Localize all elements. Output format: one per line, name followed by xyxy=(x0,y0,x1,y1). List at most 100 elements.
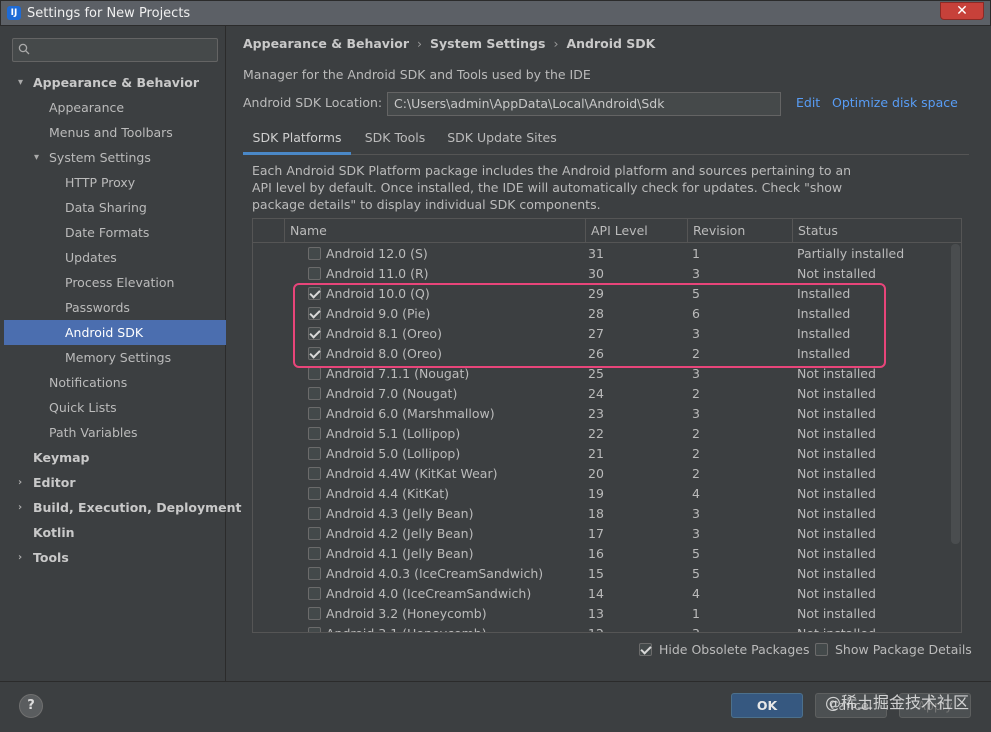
table-row[interactable]: Android 4.4 (KitKat) 19 4 Not installed xyxy=(253,484,949,504)
table-row[interactable]: Android 4.4W (KitKat Wear) 20 2 Not install… xyxy=(253,464,949,484)
sdk-platforms-table: Name API Level Revision Status Android 1… xyxy=(252,218,962,633)
intellij-app-icon: IJ xyxy=(7,6,21,20)
row-checkbox[interactable] xyxy=(308,627,321,632)
row-name: Android 7.0 (Nougat) xyxy=(326,386,458,401)
chevron-right-icon[interactable]: › xyxy=(18,470,22,495)
page-description: Manager for the Android SDK and Tools us… xyxy=(243,67,591,82)
edit-link[interactable]: Edit xyxy=(796,95,820,110)
sidebar-item-label: Data Sharing xyxy=(65,200,147,215)
close-button[interactable]: ✕ xyxy=(940,2,984,20)
sdk-location-field[interactable]: C:\Users\admin\AppData\Local\Android\Sdk xyxy=(387,92,781,116)
row-checkbox[interactable] xyxy=(308,587,321,600)
row-checkbox[interactable] xyxy=(308,467,321,480)
row-checkbox[interactable] xyxy=(308,267,321,280)
sidebar-item[interactable]: Data Sharing xyxy=(4,195,226,220)
table-row[interactable]: Android 3.1 (Honeycomb) 12 3 Not installed xyxy=(253,624,949,632)
row-name: Android 3.2 (Honeycomb) xyxy=(326,606,487,621)
search-input[interactable] xyxy=(12,38,218,62)
row-checkbox[interactable] xyxy=(308,567,321,580)
table-row[interactable]: Android 4.2 (Jelly Bean) 17 3 Not installed xyxy=(253,524,949,544)
sidebar-item-label: Path Variables xyxy=(49,425,138,440)
row-name: Android 4.4 (KitKat) xyxy=(326,486,450,501)
sidebar-item-label: Process Elevation xyxy=(65,275,175,290)
sidebar-item[interactable]: › Editor xyxy=(4,470,226,495)
hide-obsolete-checkbox[interactable] xyxy=(639,643,652,656)
table-row[interactable]: Android 12.0 (S) 31 1 Partially installed xyxy=(253,244,949,264)
row-checkbox[interactable] xyxy=(308,367,321,380)
table-row[interactable]: Android 3.2 (Honeycomb) 13 1 Not installed xyxy=(253,604,949,624)
sidebar-item[interactable]: › Build, Execution, Deployment xyxy=(4,495,241,520)
sidebar-item[interactable]: Memory Settings xyxy=(4,345,226,370)
search-icon xyxy=(18,43,30,55)
sidebar-item[interactable]: Process Elevation xyxy=(4,270,226,295)
row-checkbox[interactable] xyxy=(308,407,321,420)
table-row[interactable]: Android 5.1 (Lollipop) 22 2 Not installed xyxy=(253,424,949,444)
column-header-status[interactable]: Status xyxy=(793,219,961,243)
sidebar-item[interactable]: Passwords xyxy=(4,295,226,320)
title-bar: IJ Settings for New Projects ✕ xyxy=(0,0,991,26)
sidebar-item[interactable]: ▾ System Settings xyxy=(4,145,226,170)
sidebar-item[interactable]: Appearance xyxy=(4,95,226,120)
sidebar-item[interactable]: Notifications xyxy=(4,370,226,395)
table-row[interactable]: Android 7.0 (Nougat) 24 2 Not installed xyxy=(253,384,949,404)
sidebar-item[interactable]: HTTP Proxy xyxy=(4,170,226,195)
row-api-level: 21 xyxy=(588,446,604,461)
row-checkbox[interactable] xyxy=(308,607,321,620)
tab-sdk-platforms[interactable]: SDK Platforms xyxy=(243,125,351,155)
sidebar-item[interactable]: Kotlin xyxy=(4,520,226,545)
table-row[interactable]: Android 4.0 (IceCreamSandwich) 14 4 Not ins… xyxy=(253,584,949,604)
sidebar-item[interactable]: Quick Lists xyxy=(4,395,226,420)
breadcrumb-separator: › xyxy=(553,36,559,51)
row-status: Not installed xyxy=(797,486,876,501)
row-checkbox[interactable] xyxy=(308,427,321,440)
row-checkbox[interactable] xyxy=(308,527,321,540)
table-row[interactable]: Android 11.0 (R) 30 3 Not installed xyxy=(253,264,949,284)
ok-button[interactable]: OK xyxy=(731,693,803,718)
column-header-revision[interactable]: Revision xyxy=(688,219,793,243)
chevron-down-icon[interactable]: ▾ xyxy=(34,145,39,170)
row-api-level: 12 xyxy=(588,624,604,632)
chevron-down-icon[interactable]: ▾ xyxy=(18,70,23,95)
row-status: Not installed xyxy=(797,426,876,441)
sidebar-item[interactable]: › Tools xyxy=(4,545,226,570)
table-row[interactable]: Android 5.0 (Lollipop) 21 2 Not installed xyxy=(253,444,949,464)
sidebar-item[interactable]: Updates xyxy=(4,245,226,270)
table-row[interactable]: Android 4.3 (Jelly Bean) 18 3 Not installed xyxy=(253,504,949,524)
chevron-right-icon[interactable]: › xyxy=(18,495,22,520)
sidebar-item[interactable]: Android SDK xyxy=(4,320,226,345)
row-checkbox[interactable] xyxy=(308,387,321,400)
row-revision: 3 xyxy=(692,506,700,521)
row-checkbox[interactable] xyxy=(308,507,321,520)
show-details-checkbox[interactable] xyxy=(815,643,828,656)
sidebar-item[interactable]: ▾ Appearance & Behavior xyxy=(4,70,226,95)
dialog-footer: ? OK Cancel Apply @稀土掘金技术社区 xyxy=(0,681,991,732)
row-checkbox[interactable] xyxy=(308,247,321,260)
tab-sdk-tools[interactable]: SDK Tools xyxy=(355,125,435,155)
sidebar-item-label: Date Formats xyxy=(65,225,150,240)
row-checkbox[interactable] xyxy=(308,547,321,560)
sidebar-item[interactable]: Date Formats xyxy=(4,220,226,245)
table-row[interactable]: Android 6.0 (Marshmallow) 23 3 Not installe… xyxy=(253,404,949,424)
table-scrollbar[interactable] xyxy=(951,244,960,544)
row-api-level: 17 xyxy=(588,526,604,541)
table-row[interactable]: Android 4.1 (Jelly Bean) 16 5 Not installed xyxy=(253,544,949,564)
optimize-disk-space-link[interactable]: Optimize disk space xyxy=(832,95,958,110)
row-api-level: 18 xyxy=(588,506,604,521)
chevron-right-icon[interactable]: › xyxy=(18,545,22,570)
row-checkbox[interactable] xyxy=(308,447,321,460)
tab-sdk-update-sites[interactable]: SDK Update Sites xyxy=(443,125,561,155)
row-name: Android 5.1 (Lollipop) xyxy=(326,426,461,441)
sidebar-item[interactable]: Keymap xyxy=(4,445,226,470)
sidebar-item[interactable]: Path Variables xyxy=(4,420,226,445)
table-row[interactable]: Android 4.0.3 (IceCreamSandwich) 15 5 Not i… xyxy=(253,564,949,584)
help-button[interactable]: ? xyxy=(19,694,43,718)
row-checkbox[interactable] xyxy=(308,487,321,500)
column-header-name[interactable]: Name xyxy=(285,219,586,243)
row-api-level: 30 xyxy=(588,266,604,281)
row-revision: 3 xyxy=(692,266,700,281)
sidebar-item[interactable]: Menus and Toolbars xyxy=(4,120,226,145)
sidebar-item-label: HTTP Proxy xyxy=(65,175,136,190)
column-header-api-level[interactable]: API Level xyxy=(586,219,688,243)
row-name: Android 4.4W (KitKat Wear) xyxy=(326,466,498,481)
row-name: Android 5.0 (Lollipop) xyxy=(326,446,461,461)
